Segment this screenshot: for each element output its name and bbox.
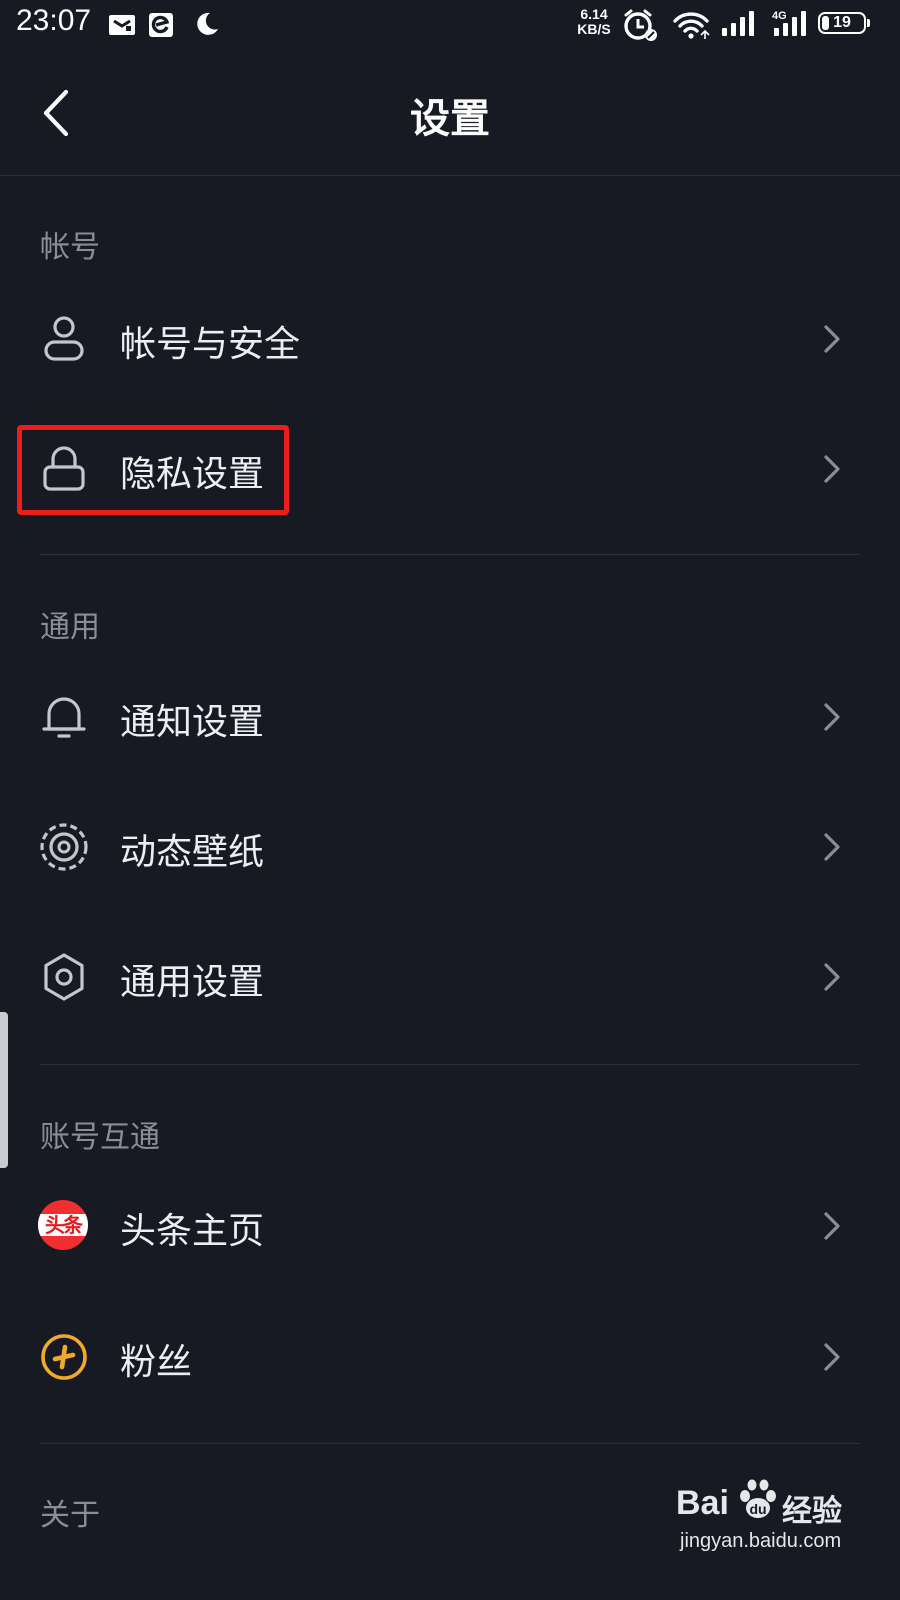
status-bar: 23:07 6.14 KB/S 4G 19 bbox=[0, 0, 900, 50]
settings-item-label: 粉丝 bbox=[120, 1342, 193, 1383]
svg-text:du: du bbox=[749, 1501, 766, 1517]
notification-icon bbox=[109, 15, 135, 35]
chevron-right-icon bbox=[824, 455, 840, 483]
chevron-right-icon bbox=[824, 833, 840, 861]
settings-item-fans[interactable]: 粉丝 bbox=[0, 1293, 900, 1421]
chevron-right-icon bbox=[824, 1343, 840, 1371]
edge-scroll-handle[interactable] bbox=[0, 1012, 8, 1168]
battery-level: 19 bbox=[833, 14, 851, 31]
network-speed-value: 6.14 bbox=[580, 6, 608, 22]
section-header-account: 帐号 bbox=[40, 230, 100, 265]
settings-item-general-settings[interactable]: 通用设置 bbox=[0, 913, 900, 1041]
battery-icon: 19 bbox=[818, 12, 870, 34]
section-header-about: 关于 bbox=[40, 1498, 100, 1533]
section-header-general: 通用 bbox=[40, 610, 100, 645]
signal-4g-icon bbox=[774, 11, 806, 36]
settings-item-label: 通知设置 bbox=[120, 702, 265, 743]
chevron-right-icon bbox=[824, 703, 840, 731]
chevron-right-icon bbox=[824, 963, 840, 991]
toutiao-icon: 头条 bbox=[38, 1200, 88, 1250]
settings-item-toutiao-home[interactable]: 头条 头条主页 bbox=[0, 1162, 900, 1290]
baidu-paw-icon: du bbox=[740, 1479, 776, 1518]
section-divider bbox=[40, 554, 860, 555]
settings-item-label: 头条主页 bbox=[120, 1211, 265, 1252]
moon-icon bbox=[197, 12, 218, 35]
baidu-jingyan-watermark: Bai du 经验 jingyan.baidu.com bbox=[676, 1472, 876, 1582]
section-divider bbox=[40, 1443, 860, 1444]
chevron-right-icon bbox=[824, 1212, 840, 1240]
settings-item-label: 动态壁纸 bbox=[120, 832, 265, 873]
watermark-brand-suffix: 经验 bbox=[782, 1494, 842, 1529]
settings-item-notifications[interactable]: 通知设置 bbox=[0, 653, 900, 781]
settings-item-label: 通用设置 bbox=[120, 962, 265, 1003]
settings-item-label: 帐号与安全 bbox=[120, 324, 301, 365]
gear-icon bbox=[44, 953, 84, 1001]
bell-icon bbox=[42, 697, 86, 738]
signal-icon bbox=[722, 11, 754, 36]
settings-screen: 23:07 6.14 KB/S 4G 19 设置 帐号 帐号与安全 隐私设置 通… bbox=[0, 0, 900, 1600]
highlight-annotation bbox=[17, 425, 289, 515]
user-icon bbox=[44, 316, 84, 361]
toutiao-icon-text: 头条 bbox=[45, 1213, 83, 1237]
alarm-icon bbox=[624, 9, 657, 41]
settings-item-account-security[interactable]: 帐号与安全 bbox=[0, 275, 900, 403]
settings-item-live-wallpaper[interactable]: 动态壁纸 bbox=[0, 783, 900, 911]
chevron-right-icon bbox=[824, 325, 840, 353]
browser-icon bbox=[149, 13, 173, 37]
network-speed: 6.14 KB/S bbox=[572, 7, 616, 37]
title-bar: 设置 bbox=[0, 50, 900, 176]
watermark-brand: Bai bbox=[676, 1484, 729, 1522]
page-title: 设置 bbox=[410, 96, 490, 142]
wifi-icon bbox=[673, 12, 710, 39]
section-header-linked-accounts: 账号互通 bbox=[40, 1120, 160, 1155]
live-wallpaper-icon bbox=[40, 823, 88, 871]
network-speed-unit: KB/S bbox=[577, 21, 611, 37]
status-time: 23:07 bbox=[16, 4, 92, 37]
fans-app-icon bbox=[41, 1334, 87, 1380]
watermark-url: jingyan.baidu.com bbox=[680, 1530, 842, 1552]
section-divider bbox=[40, 1064, 860, 1065]
